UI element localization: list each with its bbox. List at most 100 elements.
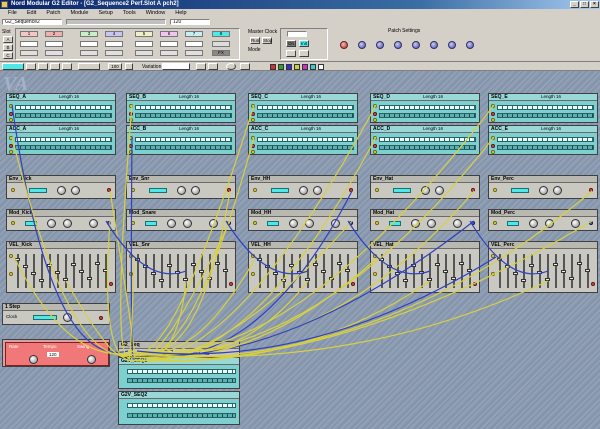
step-row-a[interactable] (379, 137, 476, 142)
mixer-slider-thumb[interactable] (281, 279, 286, 282)
step-row-a[interactable] (497, 137, 594, 142)
sequencer-module[interactable]: SEQ_B Length 16 (126, 93, 236, 123)
mixer-slider-thumb[interactable] (305, 278, 310, 281)
mod-amount-knob[interactable] (529, 219, 538, 228)
tb-perf-button[interactable] (2, 63, 24, 70)
step-row-b[interactable] (257, 145, 354, 150)
mixer-slider-thumb[interactable] (135, 258, 140, 261)
envelope-display[interactable] (29, 188, 47, 193)
mixer-slider-thumb[interactable] (379, 258, 384, 261)
morph-dial-7[interactable] (448, 41, 456, 49)
tb-fx-button[interactable] (78, 63, 100, 70)
step-row-a[interactable] (135, 105, 232, 110)
cable-color-blue[interactable] (286, 64, 292, 70)
clock-module[interactable]: 1 Step Clock (2, 303, 110, 325)
mod-depth-knob[interactable] (89, 219, 98, 228)
morph-chip-5[interactable] (135, 41, 153, 47)
input-jack[interactable] (373, 272, 377, 276)
input-jack[interactable] (375, 188, 379, 192)
output-jack[interactable] (351, 282, 355, 286)
on-button[interactable]: On (286, 40, 296, 47)
mixer-module[interactable]: VEL_Hat (370, 241, 480, 293)
input-jack[interactable] (493, 188, 497, 192)
stop-button[interactable]: Stop (262, 37, 272, 44)
mod-amount-knob[interactable] (411, 219, 420, 228)
input-jack[interactable] (251, 104, 255, 108)
mixer-slider-thumb[interactable] (39, 279, 44, 282)
step-row-b[interactable] (135, 145, 232, 150)
mixer-slider-thumb[interactable] (215, 262, 220, 265)
output-jack[interactable] (129, 144, 133, 148)
var-chip-2[interactable]: 2 (45, 31, 63, 37)
mixer-slider-thumb[interactable] (289, 264, 294, 267)
step-row-b[interactable] (135, 113, 232, 118)
title-bar[interactable]: Nord Modular G2 Editor - [G2_Sequence2 P… (0, 0, 600, 9)
mixer-slider-thumb[interactable] (521, 279, 526, 282)
output-jack[interactable] (349, 221, 353, 225)
slot-b-button[interactable]: B (3, 44, 13, 51)
mixer-slider-thumb[interactable] (411, 264, 416, 267)
sequencer-module[interactable]: ACC_A Length 16 (6, 125, 116, 155)
mixer-slider-thumb[interactable] (265, 265, 270, 268)
clock-out-jack[interactable] (99, 316, 103, 320)
output-jack[interactable] (9, 144, 13, 148)
morph-dial-3[interactable] (376, 41, 384, 49)
input-jack[interactable] (129, 136, 133, 140)
step-row-b[interactable] (379, 113, 476, 118)
input-jack[interactable] (491, 136, 495, 140)
mod-display[interactable] (507, 221, 519, 226)
clock-sub-button-1[interactable] (286, 50, 296, 57)
mixer-slider-thumb[interactable] (273, 272, 278, 275)
mode-chip-7[interactable] (185, 50, 203, 56)
step-row-b[interactable] (15, 145, 112, 150)
mixer-slider-thumb[interactable] (313, 263, 318, 266)
input-jack[interactable] (253, 188, 257, 192)
output-jack[interactable] (589, 221, 593, 225)
input-jack[interactable] (9, 118, 13, 122)
mixer-slider-thumb[interactable] (87, 277, 92, 280)
sequencer-module[interactable]: SEQ_E Length 16 (488, 93, 598, 123)
menu-help[interactable]: Help (175, 9, 186, 17)
mixer-slider-thumb[interactable] (577, 262, 582, 265)
mixer-slider-thumb[interactable] (337, 262, 342, 265)
zoom-field[interactable]: 100 (108, 63, 122, 70)
var-chip-5[interactable]: 5 (135, 31, 153, 37)
step-row-b[interactable] (497, 145, 594, 150)
input-jack[interactable] (373, 254, 377, 258)
patch-canvas[interactable]: VA SEQ_A Length 16 SEQ_B Length 16 SEQ_C Leng… (0, 71, 600, 429)
mixer-slider-thumb[interactable] (451, 277, 456, 280)
envelope-module[interactable]: Env_Snr (126, 175, 236, 199)
swing-knob[interactable] (87, 355, 96, 364)
input-jack[interactable] (251, 150, 255, 154)
mixer-slider-thumb[interactable] (183, 278, 188, 281)
decay-knob[interactable] (57, 186, 66, 195)
mixer-module[interactable]: VEL_HH (248, 241, 358, 293)
mixer-slider-thumb[interactable] (459, 262, 464, 265)
var-chip-3[interactable]: 3 (80, 31, 98, 37)
input-jack[interactable] (129, 254, 133, 258)
minimize-button[interactable]: _ (570, 1, 579, 8)
zoom-button[interactable] (125, 63, 133, 70)
output-jack[interactable] (107, 221, 111, 225)
output-jack[interactable] (227, 188, 231, 192)
mod-amount-knob[interactable] (289, 219, 298, 228)
envelope-module[interactable]: Env_Hat (370, 175, 480, 199)
mode-chip-5[interactable] (135, 50, 153, 56)
morph-dial-1[interactable] (340, 41, 348, 49)
mixer-slider-thumb[interactable] (63, 278, 68, 281)
mixer-module[interactable]: VEL_Kick (6, 241, 116, 293)
mixer-slider-thumb[interactable] (31, 272, 36, 275)
attack-knob[interactable] (435, 186, 444, 195)
mod-depth-knob[interactable] (571, 219, 580, 228)
mixer-slider-thumb[interactable] (387, 265, 392, 268)
envelope-display[interactable] (271, 188, 289, 193)
morph-chip-2[interactable] (45, 41, 63, 47)
step-row-a[interactable] (257, 137, 354, 142)
mixer-slider-thumb[interactable] (427, 278, 432, 281)
mixer-slider-thumb[interactable] (435, 263, 440, 266)
modulator-module[interactable]: Mod_HH (248, 209, 358, 231)
input-jack[interactable] (373, 150, 377, 154)
morph-dial-6[interactable] (430, 41, 438, 49)
input-jack[interactable] (129, 150, 133, 154)
mod-display[interactable] (25, 221, 37, 226)
